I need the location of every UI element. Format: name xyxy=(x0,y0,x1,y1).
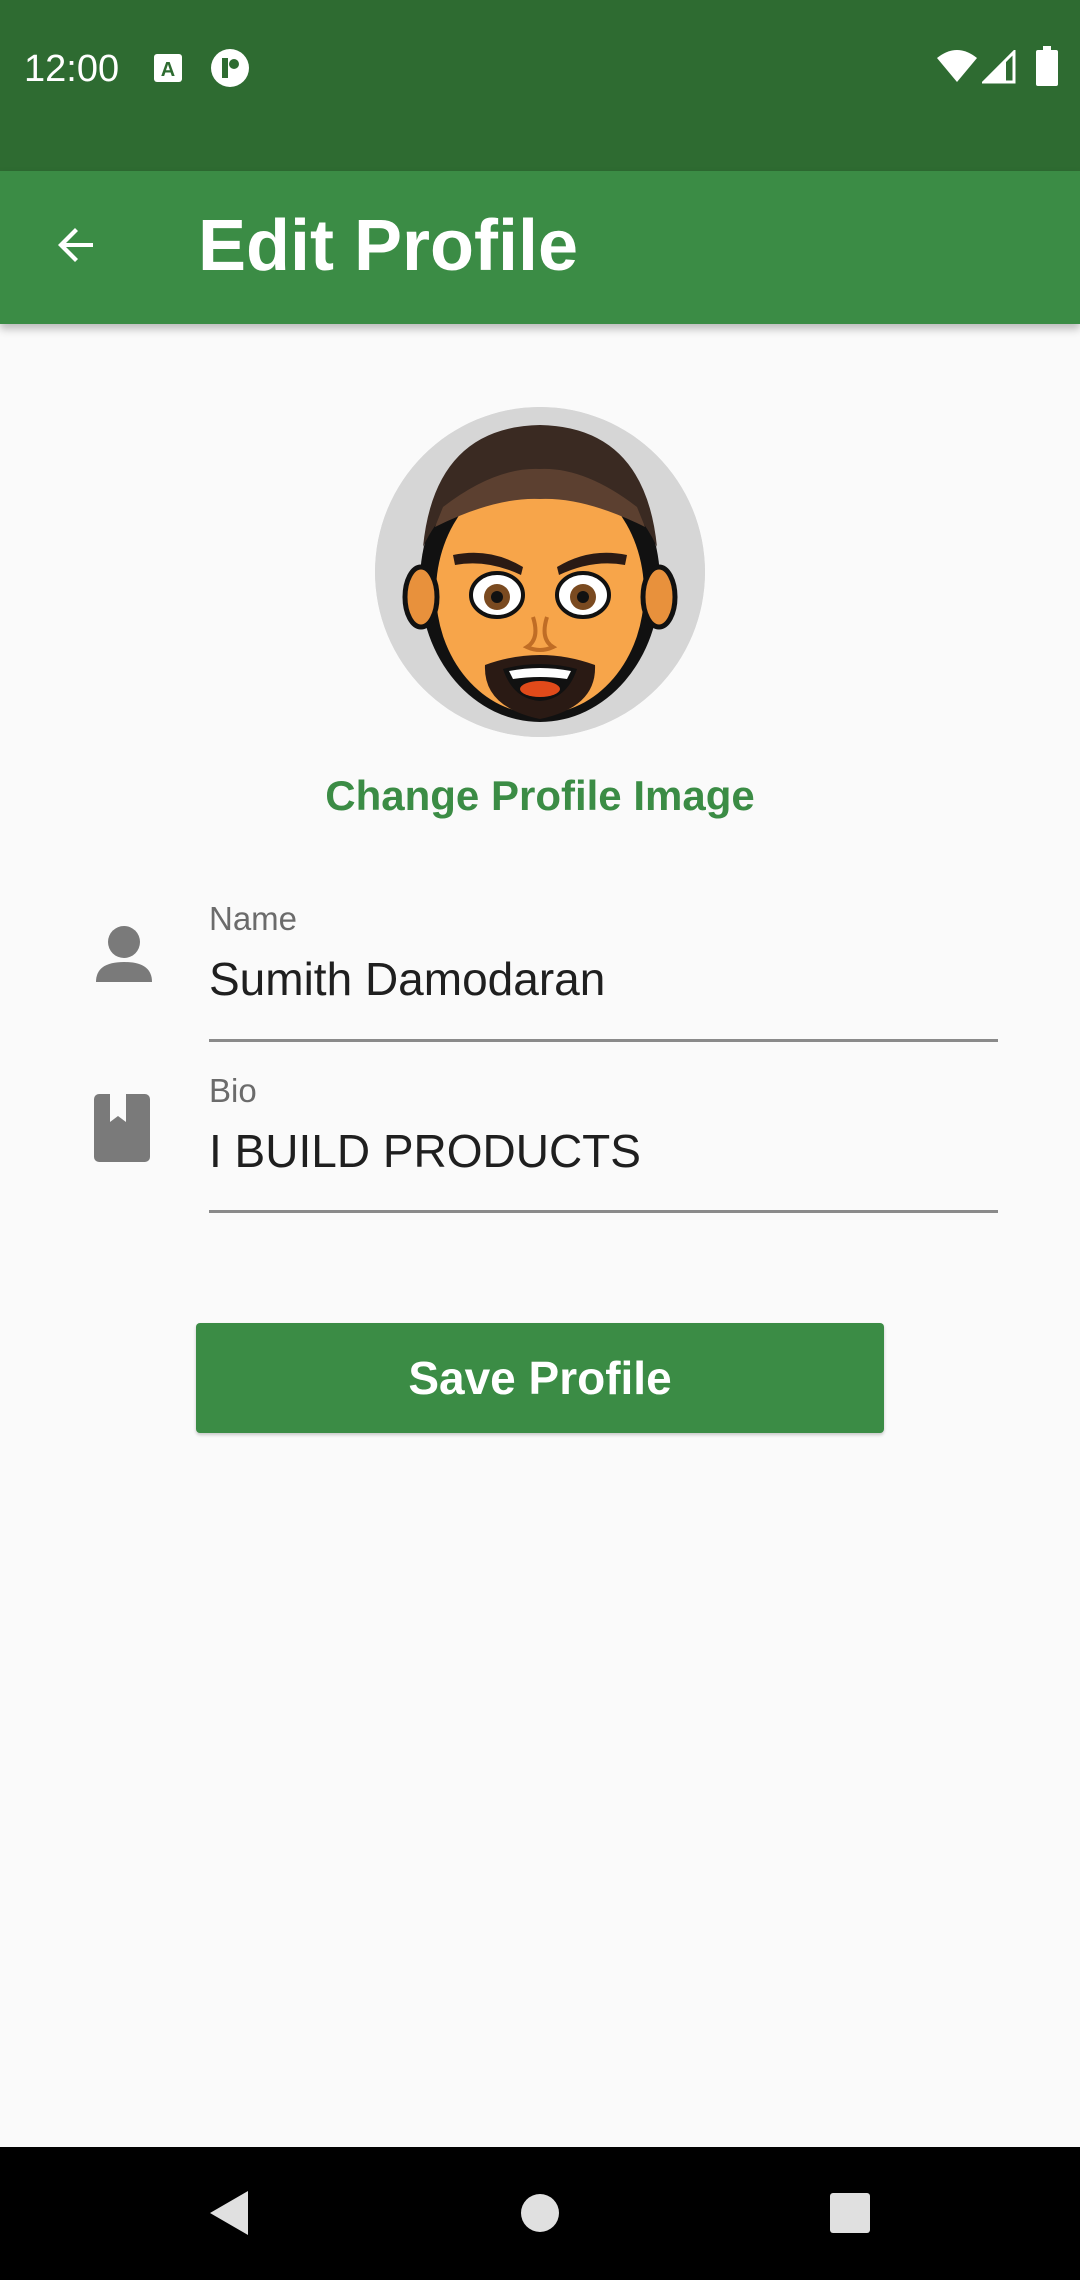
back-triangle-icon xyxy=(206,2189,250,2242)
book-icon xyxy=(92,1092,156,1172)
status-bar: 12:00 A xyxy=(0,0,1080,171)
system-nav-bar xyxy=(0,2147,1080,2280)
notification-p-icon xyxy=(210,48,250,93)
bio-field-underline xyxy=(209,1210,998,1213)
bio-field[interactable]: I BUILD PRODUCTS xyxy=(209,1124,641,1178)
name-field-underline xyxy=(209,1039,998,1042)
save-profile-button[interactable]: Save Profile xyxy=(196,1323,884,1433)
status-time: 12:00 xyxy=(24,48,120,90)
back-button[interactable] xyxy=(40,203,114,291)
page-title: Edit Profile xyxy=(198,206,579,286)
recents-square-icon xyxy=(829,2192,871,2239)
change-profile-image-link[interactable]: Change Profile Image xyxy=(0,772,1080,820)
profile-avatar[interactable] xyxy=(375,407,705,737)
home-circle-icon xyxy=(520,2193,560,2238)
arrow-back-icon xyxy=(53,221,101,274)
person-icon xyxy=(92,920,156,1000)
nav-back-button[interactable] xyxy=(188,2175,268,2255)
nav-home-button[interactable] xyxy=(500,2175,580,2255)
bio-field-label: Bio xyxy=(209,1072,257,1109)
name-field-label: Name xyxy=(209,900,298,937)
nav-recents-button[interactable] xyxy=(810,2175,890,2255)
app-bar: Edit Profile xyxy=(0,171,1080,324)
notification-a-icon: A xyxy=(152,52,184,89)
svg-text:A: A xyxy=(161,59,175,81)
battery-icon xyxy=(1036,46,1058,91)
wifi-icon xyxy=(936,48,978,89)
avatar-face-icon xyxy=(375,407,705,737)
signal-icon xyxy=(980,48,1016,89)
name-field[interactable]: Sumith Damodaran xyxy=(209,952,605,1006)
